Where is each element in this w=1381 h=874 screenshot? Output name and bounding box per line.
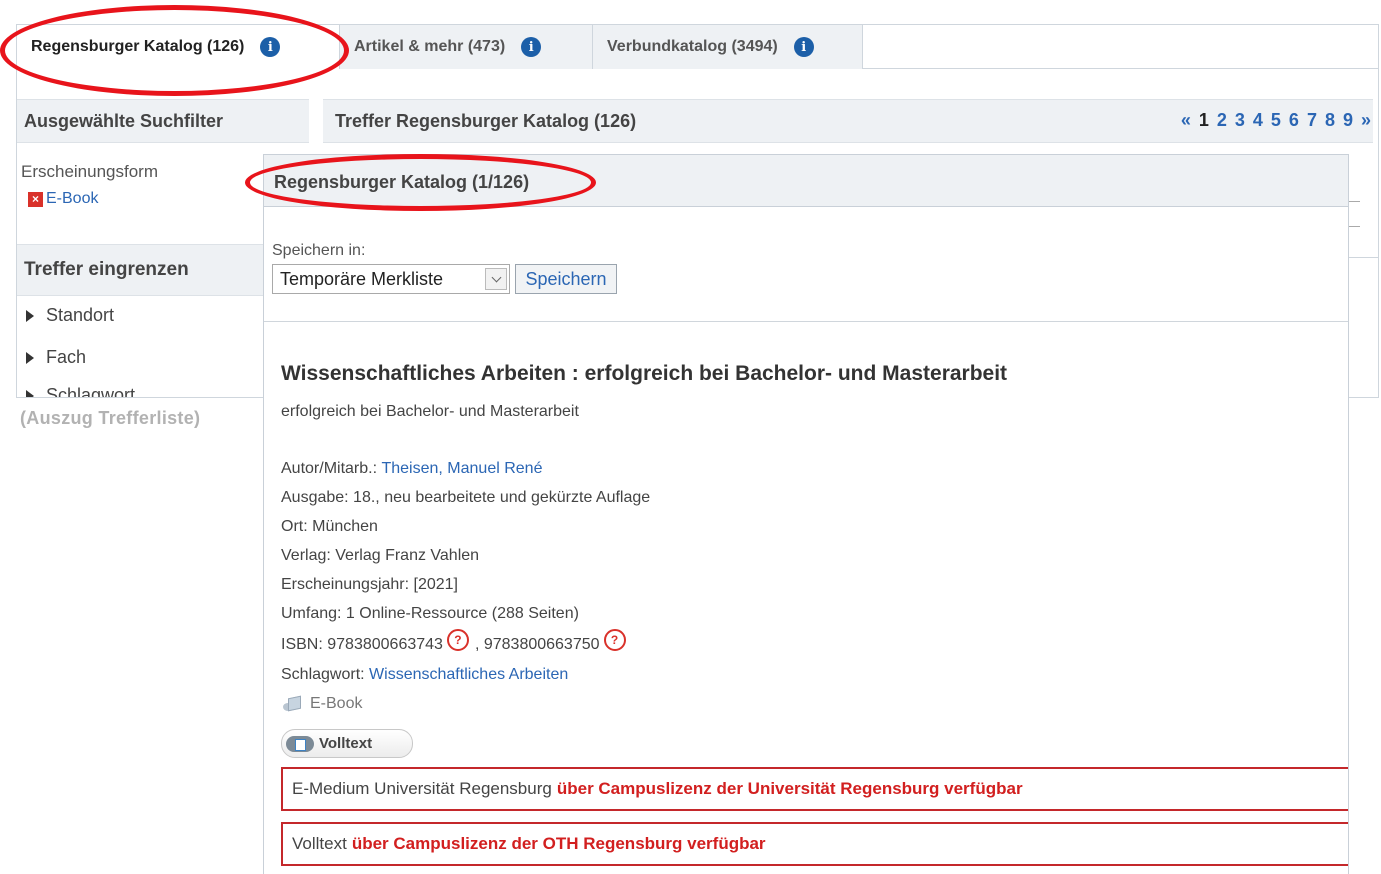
save-in-label: Speichern in: — [272, 242, 366, 259]
availability-lead: Volltext — [292, 834, 347, 853]
pager-page-9[interactable]: 9 — [1343, 110, 1353, 131]
pager-page-4[interactable]: 4 — [1253, 110, 1263, 131]
pager-page-8[interactable]: 8 — [1325, 110, 1335, 131]
facet-label: Standort — [46, 305, 115, 325]
chevron-down-icon[interactable] — [485, 268, 507, 290]
isbn-value-2: 9783800663750 — [483, 636, 600, 653]
pager-page-7[interactable]: 7 — [1307, 110, 1317, 131]
publisher-row: Verlag: Verlag Franz Vahlen — [281, 547, 480, 564]
media-type-row: E-Book — [283, 695, 362, 713]
save-list-select[interactable]: Temporäre Merkliste — [272, 264, 510, 294]
isbn-separator: , — [474, 636, 480, 653]
record-subtitle: erfolgreich bei Bachelor- und Masterarbe… — [281, 403, 579, 420]
remove-icon[interactable]: × — [28, 191, 43, 207]
tab-artikel-mehr[interactable]: Artikel & mehr (473) i — [340, 25, 593, 69]
isbn-lookup-icon[interactable]: ? — [446, 629, 469, 651]
record-title: Wissenschaftliches Arbeiten : erfolgreic… — [281, 362, 1008, 385]
selected-filters-heading: Ausgewählte Suchfilter — [17, 99, 309, 143]
active-filter-ebook[interactable]: × E-Book — [28, 190, 98, 208]
isbn-value-1: 9783800663743 — [327, 636, 443, 653]
year-row: Erscheinungsjahr: [2021] — [281, 576, 458, 593]
availability-box[interactable]: E-Medium Universität Regensburg über Cam… — [281, 767, 1348, 811]
fulltext-button[interactable]: Volltext — [281, 729, 413, 758]
media-type-label: E-Book — [310, 695, 363, 712]
caption: (Auszug Trefferliste) — [20, 408, 201, 428]
availability-box[interactable]: Volltext über Campuslizenz der OTH Regen… — [281, 822, 1348, 866]
author-row: Autor/Mitarb.: Theisen, Manuel René — [281, 460, 542, 478]
filter-group-title: Erscheinungsform — [21, 162, 159, 181]
facet-standort[interactable]: Standort — [26, 305, 114, 326]
author-link[interactable]: Theisen, Manuel René — [381, 460, 542, 478]
availability-status[interactable]: über Campuslizenz der Universität Regens… — [557, 779, 1023, 799]
tab-verbundkatalog[interactable]: Verbundkatalog (3494) i — [593, 25, 863, 69]
edition-row: Ausgabe: 18., neu bearbeitete und gekürz… — [281, 489, 651, 506]
author-label: Autor/Mitarb.: — [281, 460, 378, 477]
fulltext-label: Volltext — [319, 735, 373, 752]
extent-row: Umfang: 1 Online-Ressource (288 Seiten) — [281, 605, 579, 622]
active-filter-label[interactable]: E-Book — [46, 190, 98, 208]
pager-page-1[interactable]: 1 — [1199, 110, 1209, 131]
facet-fach[interactable]: Fach — [26, 347, 86, 368]
pager-prev[interactable]: « — [1181, 110, 1191, 131]
divider — [1348, 257, 1378, 258]
popup-title: Regensburger Katalog (1/126) — [274, 172, 530, 192]
info-icon[interactable]: i — [521, 37, 542, 57]
results-header: Treffer Regensburger Katalog (126) « 1 2… — [323, 99, 1373, 143]
popup-header: Regensburger Katalog (1/126) — [264, 155, 1348, 207]
tab-regensburger-katalog[interactable]: Regensburger Katalog (126) i — [17, 25, 340, 69]
tab-label: Artikel & mehr (473) — [354, 38, 506, 55]
expand-triangle-icon — [26, 351, 34, 364]
facet-schlagwort[interactable]: Schlagwort — [26, 385, 136, 398]
info-icon[interactable]: i — [260, 37, 281, 57]
tab-label: Verbundkatalog (3494) — [607, 38, 778, 55]
ebook-icon — [283, 695, 307, 712]
tab-label: Regensburger Katalog (126) — [31, 38, 245, 55]
fulltext-icon — [286, 735, 314, 752]
pager-next[interactable]: » — [1361, 110, 1371, 131]
pager-page-5[interactable]: 5 — [1271, 110, 1281, 131]
subject-label: Schlagwort: — [281, 666, 365, 683]
save-list-value: Temporäre Merkliste — [280, 268, 444, 289]
divider — [264, 321, 1348, 322]
pager-page-2[interactable]: 2 — [1217, 110, 1227, 131]
expand-triangle-icon — [26, 309, 34, 322]
availability-status[interactable]: über Campuslizenz der OTH Regensburg ver… — [352, 834, 766, 854]
info-icon[interactable]: i — [793, 37, 814, 57]
subject-link[interactable]: Wissenschaftliches Arbeiten — [369, 666, 568, 684]
catalog-tabbar: Regensburger Katalog (126) i Artikel & m… — [17, 25, 1378, 69]
facet-label: Schlagwort — [46, 385, 136, 398]
background-input-edge — [1348, 201, 1360, 227]
place-row: Ort: München — [281, 518, 378, 535]
pagination: « 1 2 3 4 5 6 7 8 9 » — [1181, 110, 1371, 131]
isbn-label: ISBN: — [281, 636, 323, 653]
expand-triangle-icon — [26, 389, 34, 397]
facet-label: Fach — [46, 347, 87, 367]
isbn-row: ISBN: 9783800663743 ? , 9783800663750 ? — [281, 629, 632, 656]
subject-row: Schlagwort: Wissenschaftliches Arbeiten — [281, 666, 568, 684]
pager-page-6[interactable]: 6 — [1289, 110, 1299, 131]
record-detail-popup: Regensburger Katalog (1/126) Speichern i… — [263, 154, 1349, 874]
pager-page-3[interactable]: 3 — [1235, 110, 1245, 131]
save-button[interactable]: Speichern — [515, 264, 617, 294]
results-title: Treffer Regensburger Katalog (126) — [335, 111, 637, 131]
availability-lead: E-Medium Universität Regensburg — [292, 779, 552, 798]
isbn-lookup-icon[interactable]: ? — [603, 629, 626, 651]
